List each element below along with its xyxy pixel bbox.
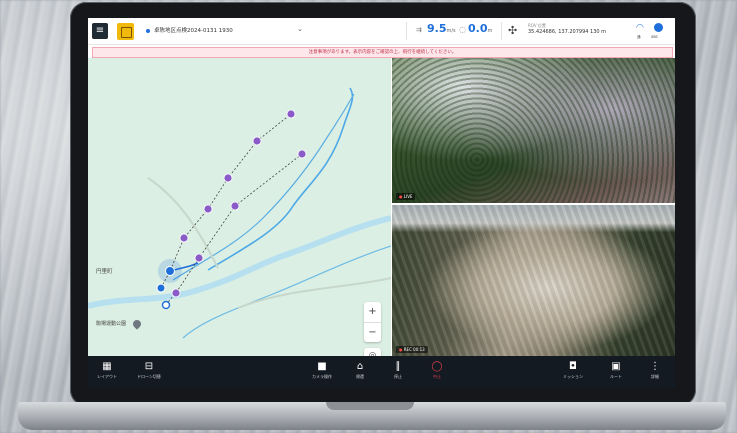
signal-label: SBS: [651, 35, 658, 39]
top-header: ≡ 卓陈地区点検2024-0131 1930 ⌄ ⇉ 9.5m/s ◌ 0.0m…: [88, 18, 675, 45]
map-canvas[interactable]: [88, 58, 391, 356]
mission-selector-label[interactable]: 卓陈地区点検2024-0131 1930: [154, 26, 233, 34]
bottom-toolbar: ▦ レイアウト ⊟ ドローン切替 ■ カメラ操作 ⌂ 帰還 ∥ 停止 ◯ 中止 …: [88, 356, 675, 388]
more-button[interactable]: ⋮ 詳細: [643, 360, 667, 380]
camera-icon: ■: [317, 361, 327, 372]
laptop-notch: [326, 402, 414, 410]
drone-icon: ⊟: [144, 361, 154, 372]
map-place-label: 駒場運動公園: [96, 321, 127, 327]
storage-icon: ▣: [611, 361, 621, 372]
app-logo[interactable]: [117, 23, 134, 40]
map-town-label: 円里町: [96, 269, 113, 275]
river: [88, 215, 391, 309]
bag-icon: ◘: [569, 361, 577, 372]
zoom-out-button[interactable]: −: [364, 323, 381, 343]
wifi-icon: ◠: [636, 23, 644, 33]
zoom-control: + −: [364, 302, 381, 342]
speed-value: 9.5m/s: [427, 22, 456, 35]
video-status-badge: ● LIVE: [396, 193, 416, 200]
signal-icon: [654, 23, 663, 32]
app-screen: ≡ 卓陈地区点検2024-0131 1930 ⌄ ⇉ 9.5m/s ◌ 0.0m…: [88, 18, 675, 388]
planned-path: [165, 153, 303, 306]
video-feed-main[interactable]: ● LIVE: [392, 58, 675, 203]
map-panel[interactable]: 円里町 駒場運動公園 + − ◎ ▲: [88, 58, 391, 356]
video-status-badge: ● REC 00:13: [396, 346, 428, 353]
drone-icon: ✣: [508, 24, 518, 37]
route-button[interactable]: ▣ ルート: [604, 360, 628, 380]
return-home-button[interactable]: ⌂ 帰還: [348, 360, 372, 380]
menu-icon[interactable]: ≡: [92, 23, 108, 39]
stop-icon: ◯: [431, 361, 443, 372]
pause-icon: ∥: [395, 361, 401, 372]
divider: [501, 22, 502, 40]
speed-icon: ⇉: [416, 26, 422, 34]
more-icon: ⋮: [650, 361, 660, 372]
home-icon: ⌂: [356, 361, 364, 372]
camera-button[interactable]: ■ カメラ操作: [307, 360, 337, 380]
mission-button[interactable]: ◘ ミッション: [559, 360, 587, 380]
pause-button[interactable]: ∥ 停止: [386, 360, 410, 380]
altitude-icon: ◌: [459, 25, 466, 34]
layout-icon: ▦: [102, 361, 112, 372]
wifi-label: 通: [637, 35, 641, 39]
stream: [172, 93, 355, 281]
divider: [406, 22, 407, 40]
zoom-in-button[interactable]: +: [364, 302, 381, 323]
video-feed-secondary[interactable]: ● REC 00:13: [392, 205, 675, 356]
warning-banner[interactable]: 注意事項があります。表示内容をご確認の上、飛行を継続してください。: [92, 47, 673, 58]
stop-button[interactable]: ◯ 中止: [425, 360, 449, 380]
locate-button[interactable]: ◎: [364, 348, 381, 356]
coordinate-value: 35.424686, 137.207994 130 m: [528, 29, 607, 35]
road: [147, 177, 219, 269]
layout-button[interactable]: ▦ レイアウト: [92, 360, 122, 380]
chevron-down-icon[interactable]: ⌄: [297, 25, 303, 33]
drone-switch-button[interactable]: ⊟ ドローン切替: [134, 360, 164, 380]
status-dot: [146, 29, 150, 33]
altitude-value: 0.0m: [468, 22, 493, 35]
